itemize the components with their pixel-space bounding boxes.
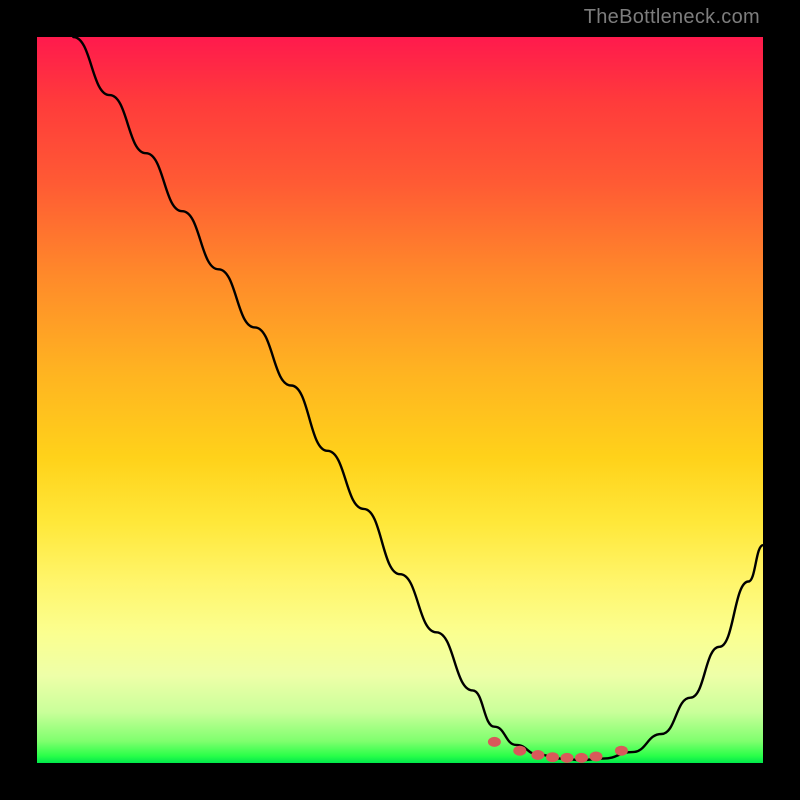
chart-canvas: TheBottleneck.com	[0, 0, 800, 800]
marker-dot	[488, 737, 501, 747]
marker-dot	[531, 750, 544, 760]
attribution-text: TheBottleneck.com	[584, 6, 760, 29]
marker-dot	[546, 752, 559, 762]
bottleneck-curve	[73, 37, 763, 760]
marker-dot	[615, 746, 628, 756]
marker-dot	[561, 753, 574, 763]
marker-dot	[575, 753, 588, 763]
marker-dot	[590, 752, 603, 762]
marker-dot	[513, 746, 526, 756]
plot-area	[37, 37, 763, 763]
curve-layer	[37, 37, 763, 763]
